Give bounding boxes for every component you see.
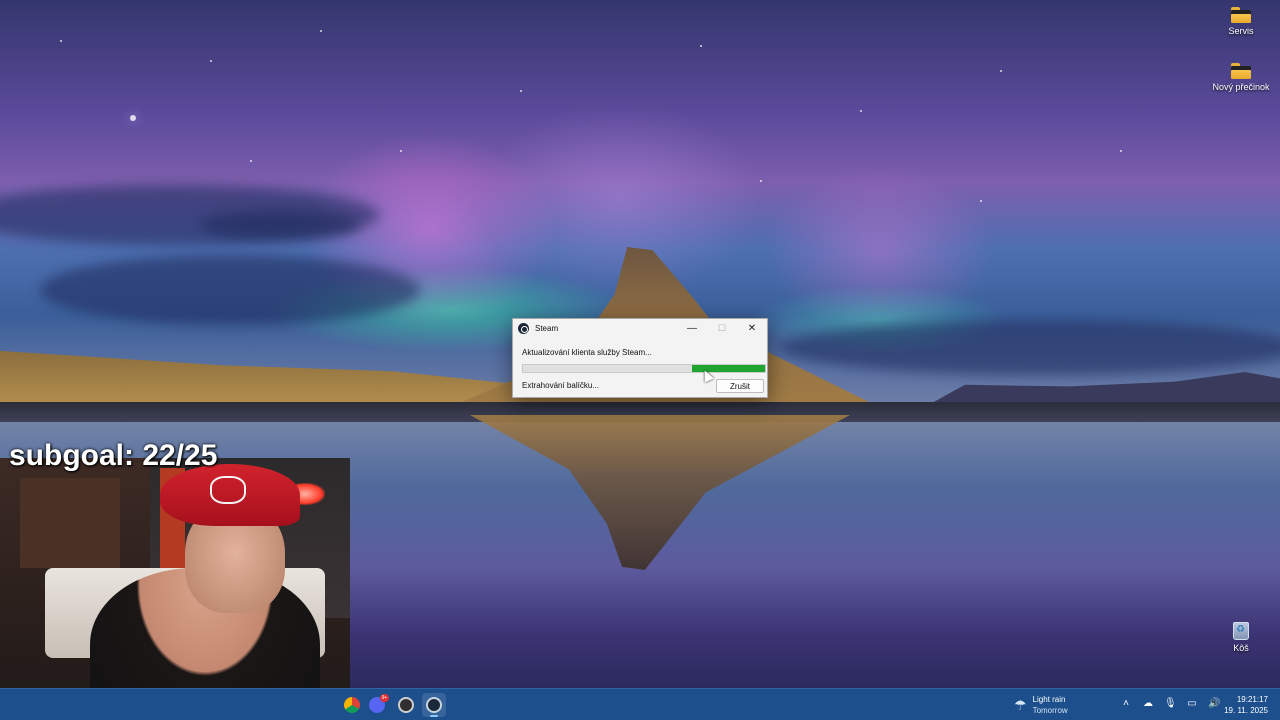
status-text: Extrahování balíčku... [522, 381, 599, 390]
desktop-icon-servis[interactable]: Servis [1211, 7, 1271, 36]
taskbar-app-discord[interactable]: 9+ [365, 693, 389, 717]
clock-time: 19:21:17 [1236, 695, 1268, 704]
rain-umbrella-icon: ☂ [1014, 696, 1027, 713]
desktop-icon-new-folder[interactable]: Nový přečinok [1211, 63, 1271, 92]
weather-text: Light rain Tomorrow [1033, 694, 1068, 716]
onedrive-icon[interactable]: ☁ [1142, 697, 1154, 711]
chrome-icon [344, 697, 360, 713]
progress-bar [522, 364, 766, 373]
dialog-body: Aktualizování klienta služby Steam... Ex… [513, 337, 767, 399]
minimize-button[interactable]: — [677, 319, 707, 337]
taskbar: 9+ ☂ Light rain Tomorrow ˄ ☁ 🎙 ▭ 🔊 19:21… [0, 688, 1280, 720]
desktop-icon-label: Servis [1228, 26, 1254, 36]
clock-date: 19. 11. 2025 [1224, 706, 1268, 715]
notification-badge: 9+ [380, 694, 389, 702]
update-message: Aktualizování klienta služby Steam... [522, 348, 652, 357]
folder-icon [1231, 7, 1251, 23]
webcam-overlay [0, 458, 350, 720]
recycle-bin-icon [1233, 622, 1249, 640]
cloud [780, 320, 1280, 375]
folder-icon [1231, 63, 1251, 79]
cloud [40, 255, 420, 325]
webcam-shelf [20, 478, 120, 568]
volume-icon[interactable]: 🔊 [1208, 697, 1220, 711]
discord-icon: 9+ [369, 694, 389, 713]
desktop-icon-recycle-bin[interactable]: Kôš [1211, 622, 1271, 653]
taskbar-app-obs[interactable] [394, 693, 418, 717]
close-button[interactable]: ✕ [737, 319, 767, 337]
cap-logo-icon [210, 476, 246, 504]
weather-when: Tomorrow [1032, 706, 1068, 715]
microphone-icon[interactable]: 🎙 [1164, 697, 1177, 711]
taskbar-app-chrome[interactable] [340, 693, 364, 717]
dialog-title: Steam [535, 323, 559, 333]
desktop-icon-label: Nový přečinok [1212, 82, 1270, 92]
system-tray: ˄ ☁ 🎙 ▭ 🔊 [1120, 697, 1220, 711]
clock[interactable]: 19:21:17 19. 11. 2025 [1224, 694, 1268, 716]
desktop-icon-label: Kôš [1233, 643, 1249, 653]
network-icon[interactable]: ▭ [1186, 697, 1198, 711]
weather-widget[interactable]: ☂ Light rain Tomorrow [1014, 694, 1068, 716]
steam-icon [426, 697, 442, 713]
cloud [200, 210, 360, 240]
weather-condition: Light rain [1032, 695, 1066, 704]
obs-icon [398, 697, 414, 713]
taskbar-app-steam[interactable] [422, 693, 446, 717]
chevron-up-icon[interactable]: ˄ [1120, 697, 1132, 711]
cancel-button[interactable]: Zrušit [716, 379, 764, 393]
maximize-button[interactable]: ☐ [707, 319, 737, 337]
steam-update-dialog: Steam — ☐ ✕ Aktualizování klienta služby… [512, 318, 768, 398]
dialog-titlebar[interactable]: Steam — ☐ ✕ [513, 319, 767, 337]
steam-icon [518, 322, 529, 334]
subgoal-counter: subgoal: 22/25 [9, 439, 218, 472]
